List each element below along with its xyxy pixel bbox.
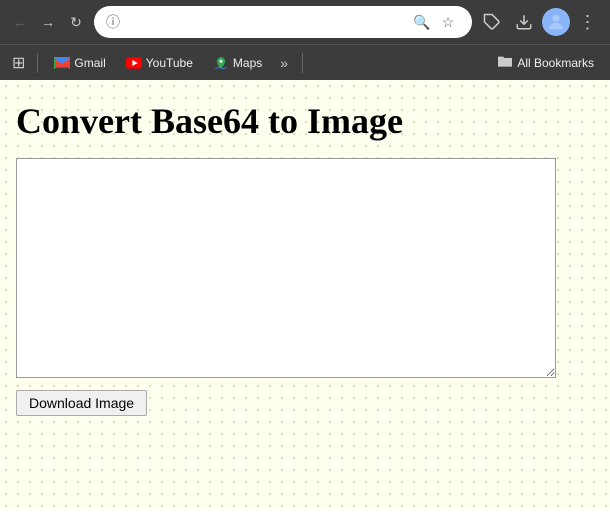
all-bookmarks-button[interactable]: All Bookmarks [489, 51, 602, 74]
bookmark-gmail[interactable]: Gmail [46, 52, 113, 74]
bookmark-star-button[interactable]: ☆ [436, 10, 460, 34]
bookmark-youtube[interactable]: YouTube [118, 52, 201, 74]
url-input[interactable]: 127.0.0.1:550... [126, 15, 404, 30]
bookmark-maps[interactable]: Maps [205, 52, 270, 74]
maps-label: Maps [233, 56, 262, 70]
more-bookmarks-button[interactable]: » [274, 52, 294, 74]
forward-icon: → [41, 14, 55, 30]
address-bar[interactable]: ⓘ 127.0.0.1:550... 🔍 ☆ [94, 6, 472, 38]
base64-textarea[interactable] [16, 158, 556, 378]
info-icon: ⓘ [106, 12, 120, 32]
maps-icon [213, 55, 229, 71]
toolbar-icons: ⋮ [478, 8, 602, 36]
youtube-icon [126, 55, 142, 71]
menu-button[interactable]: ⋮ [574, 8, 602, 36]
puzzle-icon [483, 13, 501, 31]
download-icon [515, 13, 533, 31]
avatar-icon [545, 11, 567, 33]
chevron-right-icon: » [280, 55, 288, 71]
divider [37, 53, 38, 73]
address-icons: 🔍 ☆ [410, 10, 460, 34]
kebab-menu-icon: ⋮ [579, 12, 598, 33]
search-icon-button[interactable]: 🔍 [410, 10, 434, 34]
reload-button[interactable]: ↻ [64, 10, 88, 34]
back-button[interactable]: ← [8, 10, 32, 34]
gmail-icon [54, 55, 70, 71]
gmail-label: Gmail [74, 56, 105, 70]
apps-grid-icon[interactable]: ⊞ [8, 49, 29, 77]
forward-button[interactable]: → [36, 10, 60, 34]
bookmarks-bar: ⊞ Gmail YouTube [0, 44, 610, 80]
back-icon: ← [13, 14, 27, 30]
browser-chrome: ← → ↻ ⓘ 127.0.0.1:550... 🔍 ☆ [0, 0, 610, 80]
reload-icon: ↻ [70, 14, 82, 31]
nav-arrows: ← → ↻ [8, 10, 88, 34]
folder-icon [497, 54, 513, 71]
all-bookmarks-label: All Bookmarks [517, 56, 594, 70]
nav-bar: ← → ↻ ⓘ 127.0.0.1:550... 🔍 ☆ [0, 0, 610, 44]
download-image-button[interactable]: Download Image [16, 390, 147, 416]
download-button[interactable] [510, 8, 538, 36]
page-title: Convert Base64 to Image [16, 100, 594, 142]
extensions-button[interactable] [478, 8, 506, 36]
youtube-label: YouTube [146, 56, 193, 70]
avatar[interactable] [542, 8, 570, 36]
divider-2 [302, 53, 303, 73]
page-content: Convert Base64 to Image Download Image [0, 80, 610, 510]
